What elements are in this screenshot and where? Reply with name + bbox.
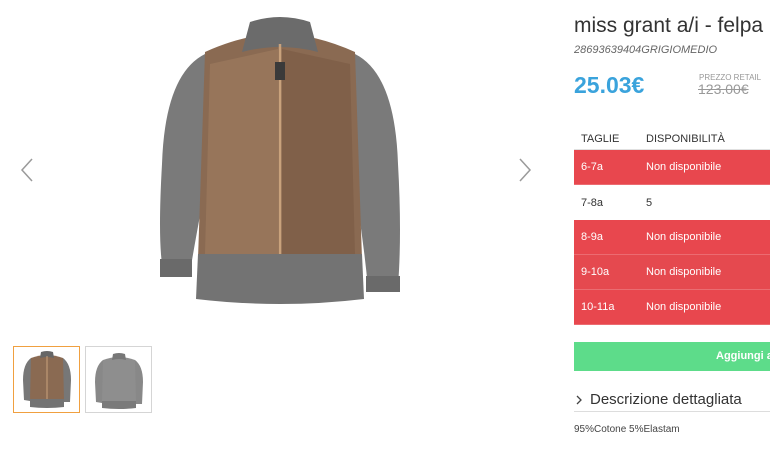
availability-label: 5: [646, 196, 653, 209]
size-row-9-10a[interactable]: 9-10a Non disponibile: [574, 255, 770, 290]
fabric-composition: 95%Cotone 5%Elastam: [574, 424, 680, 435]
jacket-image: [160, 17, 400, 304]
thumbnail-jacket-back-image: [94, 352, 143, 409]
size-column-header: TAGLIE: [581, 132, 620, 145]
retail-price: 123.00€: [698, 81, 749, 97]
size-row-6-7a[interactable]: 6-7a Non disponibile: [574, 150, 770, 185]
size-row-7-8a[interactable]: 7-8a 5: [574, 185, 770, 220]
chevron-left-icon: [20, 158, 33, 182]
add-to-cart-button[interactable]: Aggiungi a: [574, 342, 770, 371]
size-label: 7-8a: [581, 196, 604, 209]
gallery-next-button[interactable]: [512, 155, 536, 185]
sizes-table: TAGLIE DISPONIBILITÀ 6-7a Non disponibil…: [574, 128, 770, 325]
size-label: 10-11a: [581, 301, 615, 313]
availability-label: Non disponibile: [646, 231, 722, 243]
product-gallery: [0, 0, 560, 456]
availability-column-header: DISPONIBILITÀ: [646, 132, 725, 145]
size-row-8-9a[interactable]: 8-9a Non disponibile: [574, 220, 770, 255]
product-price: 25.03€: [574, 72, 645, 98]
chevron-right-icon: [576, 395, 582, 404]
gallery-prev-button[interactable]: [16, 155, 40, 185]
availability-label: Non disponibile: [646, 266, 722, 278]
product-sku: 28693639404GRIGIOMEDIO: [574, 44, 718, 56]
availability-label: Non disponibile: [646, 301, 722, 313]
description-toggle[interactable]: Descrizione dettagliata: [574, 388, 770, 412]
add-to-cart-label: Aggiungi a: [716, 350, 770, 362]
description-title: Descrizione dettagliata: [590, 391, 742, 408]
product-title: miss grant a/i - felpa: [574, 14, 764, 37]
thumbnail-back[interactable]: [85, 346, 152, 413]
thumbnail-jacket-front-image: [22, 350, 71, 408]
size-row-10-11a[interactable]: 10-11a Non disponibile: [574, 290, 770, 325]
size-label: 6-7a: [581, 161, 604, 173]
main-product-image: [150, 14, 410, 314]
sizes-table-header: TAGLIE DISPONIBILITÀ: [574, 128, 770, 150]
thumbnail-front[interactable]: [13, 346, 80, 413]
availability-label: Non disponibile: [646, 161, 722, 173]
product-info-panel: miss grant a/i - felpa 28693639404GRIGIO…: [574, 0, 770, 456]
size-label: 9-10a: [581, 266, 610, 278]
chevron-right-icon: [519, 158, 532, 182]
size-label: 8-9a: [581, 231, 604, 243]
thumbnail-strip: [13, 346, 152, 413]
